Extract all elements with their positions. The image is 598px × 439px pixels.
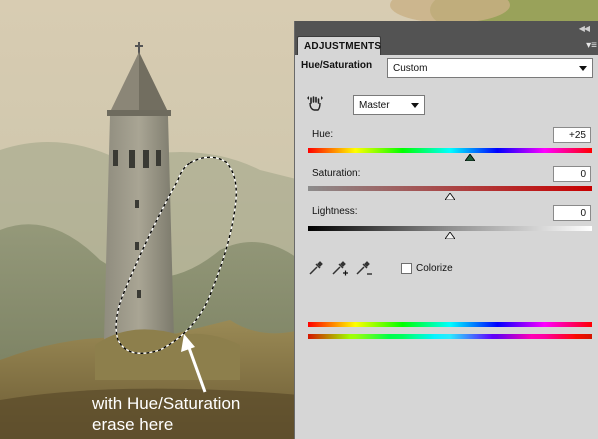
panel-menu-icon[interactable]: ▾≡	[586, 40, 597, 51]
chevron-down-icon	[411, 103, 419, 108]
colorize-checkbox[interactable]	[401, 263, 412, 274]
saturation-slider-track[interactable]	[308, 186, 592, 191]
eyedropper-plus-icon[interactable]	[331, 260, 349, 278]
saturation-label: Saturation:	[312, 168, 361, 179]
colorize-label: Colorize	[416, 263, 453, 274]
targeted-adjustment-hand-icon[interactable]	[306, 94, 324, 112]
chevron-down-icon	[579, 66, 587, 71]
hue-label: Hue:	[312, 129, 334, 140]
output-color-spectrum	[308, 334, 592, 339]
annotation-text-line1: with Hue/Saturation	[92, 394, 241, 413]
eyedropper-icon[interactable]	[308, 260, 324, 276]
saturation-input[interactable]: 0	[553, 166, 591, 182]
tab-adjustments[interactable]: ADJUSTMENTS	[297, 36, 381, 55]
lightness-slider-track[interactable]	[308, 226, 592, 231]
preset-value: Custom	[393, 63, 428, 74]
hue-input[interactable]: +25	[553, 127, 591, 143]
channel-dropdown[interactable]: Master	[353, 95, 425, 115]
panel-tab-bar: ◀◀ ADJUSTMENTS ▾≡	[295, 21, 598, 55]
panel-collapse-icon[interactable]: ◀◀	[579, 24, 590, 33]
adjustment-title: Hue/Saturation	[301, 60, 373, 71]
channel-value: Master	[359, 100, 390, 111]
adjustments-panel: ◀◀ ADJUSTMENTS ▾≡ Hue/Saturation Custom …	[294, 21, 598, 439]
input-color-spectrum	[308, 322, 592, 327]
eyedropper-minus-icon[interactable]	[355, 260, 373, 278]
annotation-text-line2: erase here	[92, 415, 174, 434]
preset-dropdown[interactable]: Custom	[387, 58, 593, 78]
lightness-input[interactable]: 0	[553, 205, 591, 221]
lightness-label: Lightness:	[312, 206, 358, 217]
hue-slider-track[interactable]	[308, 148, 592, 153]
